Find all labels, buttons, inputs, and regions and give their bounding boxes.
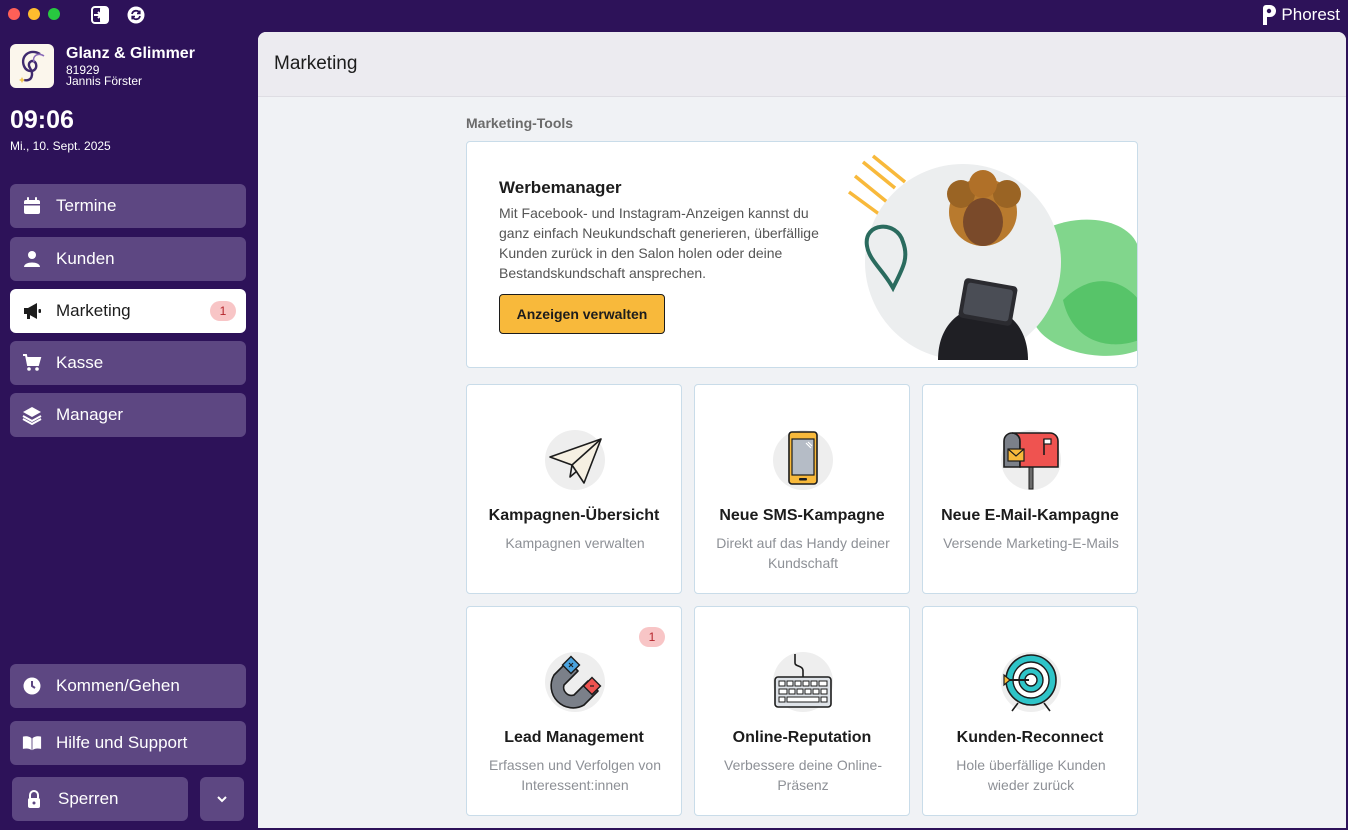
layers-icon xyxy=(22,405,42,425)
current-date: Mi., 10. Sept. 2025 xyxy=(10,139,111,153)
maximize-window-button[interactable] xyxy=(48,8,60,20)
lock-button[interactable]: Sperren xyxy=(12,777,188,821)
main-panel: Marketing Marketing-Tools Werbemanager M… xyxy=(258,32,1346,828)
sidebar-item-manager[interactable]: Manager xyxy=(10,393,246,437)
ads-manager-description: Mit Facebook- und Instagram-Anzeigen kan… xyxy=(499,205,819,281)
mailbox-icon xyxy=(1000,429,1062,491)
clock-in-out-label: Kommen/Gehen xyxy=(56,676,180,695)
card-description: Verbessere deine Online-Präsenz xyxy=(724,757,882,793)
card-title: Kunden-Reconnect xyxy=(956,729,1104,746)
megaphone-icon xyxy=(22,301,42,321)
card-title: Kampagnen-Übersicht xyxy=(488,507,660,524)
card-description: Kampagnen verwalten xyxy=(505,535,645,551)
sidebar-item-termine[interactable]: Termine xyxy=(10,184,246,228)
phone-icon xyxy=(772,429,834,491)
person-icon xyxy=(22,249,42,269)
sidebar-item-label: Termine xyxy=(56,196,117,215)
card-description: Direkt auf das Handy deiner Kundschaft xyxy=(716,535,890,571)
sync-icon[interactable] xyxy=(126,5,146,25)
sidebar-item-label: Manager xyxy=(56,405,124,424)
keyboard-icon xyxy=(772,651,834,713)
card-new-sms-campaign[interactable]: Neue SMS-Kampagne Direkt auf das Handy d… xyxy=(694,384,910,594)
lock-label: Sperren xyxy=(58,789,119,808)
sidebar-item-label: Kunden xyxy=(56,249,115,268)
section-title: Marketing-Tools xyxy=(466,115,574,131)
card-title: Neue E-Mail-Kampagne xyxy=(941,507,1119,524)
title-bar: Phorest xyxy=(0,0,1348,30)
card-title: Online-Reputation xyxy=(732,729,872,746)
sidebar-item-marketing[interactable]: Marketing 1 xyxy=(10,289,246,333)
current-time: 09:06 xyxy=(10,106,74,134)
help-support-button[interactable]: Hilfe und Support xyxy=(10,721,246,765)
help-support-label: Hilfe und Support xyxy=(56,733,188,752)
sidebar-item-label: Kasse xyxy=(56,353,104,372)
card-description: Hole überfällige Kunden wieder zurück xyxy=(956,757,1106,793)
paper-plane-icon xyxy=(544,429,606,491)
clock-icon xyxy=(22,676,42,696)
magnet-icon xyxy=(544,651,606,713)
salon-name: Glanz & Glimmer xyxy=(66,45,195,62)
sidebar-item-label: Marketing xyxy=(56,301,131,320)
card-title: Lead Management xyxy=(504,729,644,746)
logout-icon[interactable] xyxy=(90,5,110,25)
card-lead-management[interactable]: 1 Lead Management Erfassen und Verfolgen… xyxy=(466,606,682,816)
more-options-button[interactable] xyxy=(200,777,244,821)
phorest-logo-icon xyxy=(1263,5,1277,25)
ads-manager-illustration xyxy=(843,150,1137,365)
clock-in-out-button[interactable]: Kommen/Gehen xyxy=(10,664,246,708)
manage-ads-button[interactable]: Anzeigen verwalten xyxy=(499,294,665,334)
card-title: Neue SMS-Kampagne xyxy=(719,507,885,524)
card-new-email-campaign[interactable]: Neue E-Mail-Kampagne Versende Marketing-… xyxy=(922,384,1138,594)
book-icon xyxy=(22,733,42,753)
sidebar-item-kunden[interactable]: Kunden xyxy=(10,237,246,281)
target-icon xyxy=(1000,651,1062,713)
lock-icon xyxy=(24,789,44,809)
sidebar: Glanz & Glimmer 81929 Jannis Förster 09:… xyxy=(0,30,258,830)
page-title: Marketing xyxy=(274,53,358,74)
cart-icon xyxy=(22,353,42,373)
card-online-reputation[interactable]: Online-Reputation Verbessere deine Onlin… xyxy=(694,606,910,816)
ads-manager-card: Werbemanager Mit Facebook- und Instagram… xyxy=(466,141,1138,368)
notification-badge: 1 xyxy=(639,627,665,647)
chevron-down-icon xyxy=(217,796,227,803)
calendar-icon xyxy=(22,196,42,216)
card-description: Erfassen und Verfolgen von Interessent:i… xyxy=(488,757,661,793)
card-customer-reconnect[interactable]: Kunden-Reconnect Hole überfällige Kunden… xyxy=(922,606,1138,816)
salon-logo xyxy=(10,44,54,88)
minimize-window-button[interactable] xyxy=(28,8,40,20)
brand-logo: Phorest xyxy=(1261,4,1340,26)
notification-badge: 1 xyxy=(210,301,236,321)
ads-manager-title: Werbemanager xyxy=(499,178,622,197)
card-description: Versende Marketing-E-Mails xyxy=(943,535,1119,551)
salon-user: Jannis Förster xyxy=(66,74,143,88)
close-window-button[interactable] xyxy=(8,8,20,20)
brand-name: Phorest xyxy=(1281,5,1340,24)
card-campaign-overview[interactable]: Kampagnen-Übersicht Kampagnen verwalten xyxy=(466,384,682,594)
main-header: Marketing xyxy=(258,32,1346,97)
sidebar-item-kasse[interactable]: Kasse xyxy=(10,341,246,385)
